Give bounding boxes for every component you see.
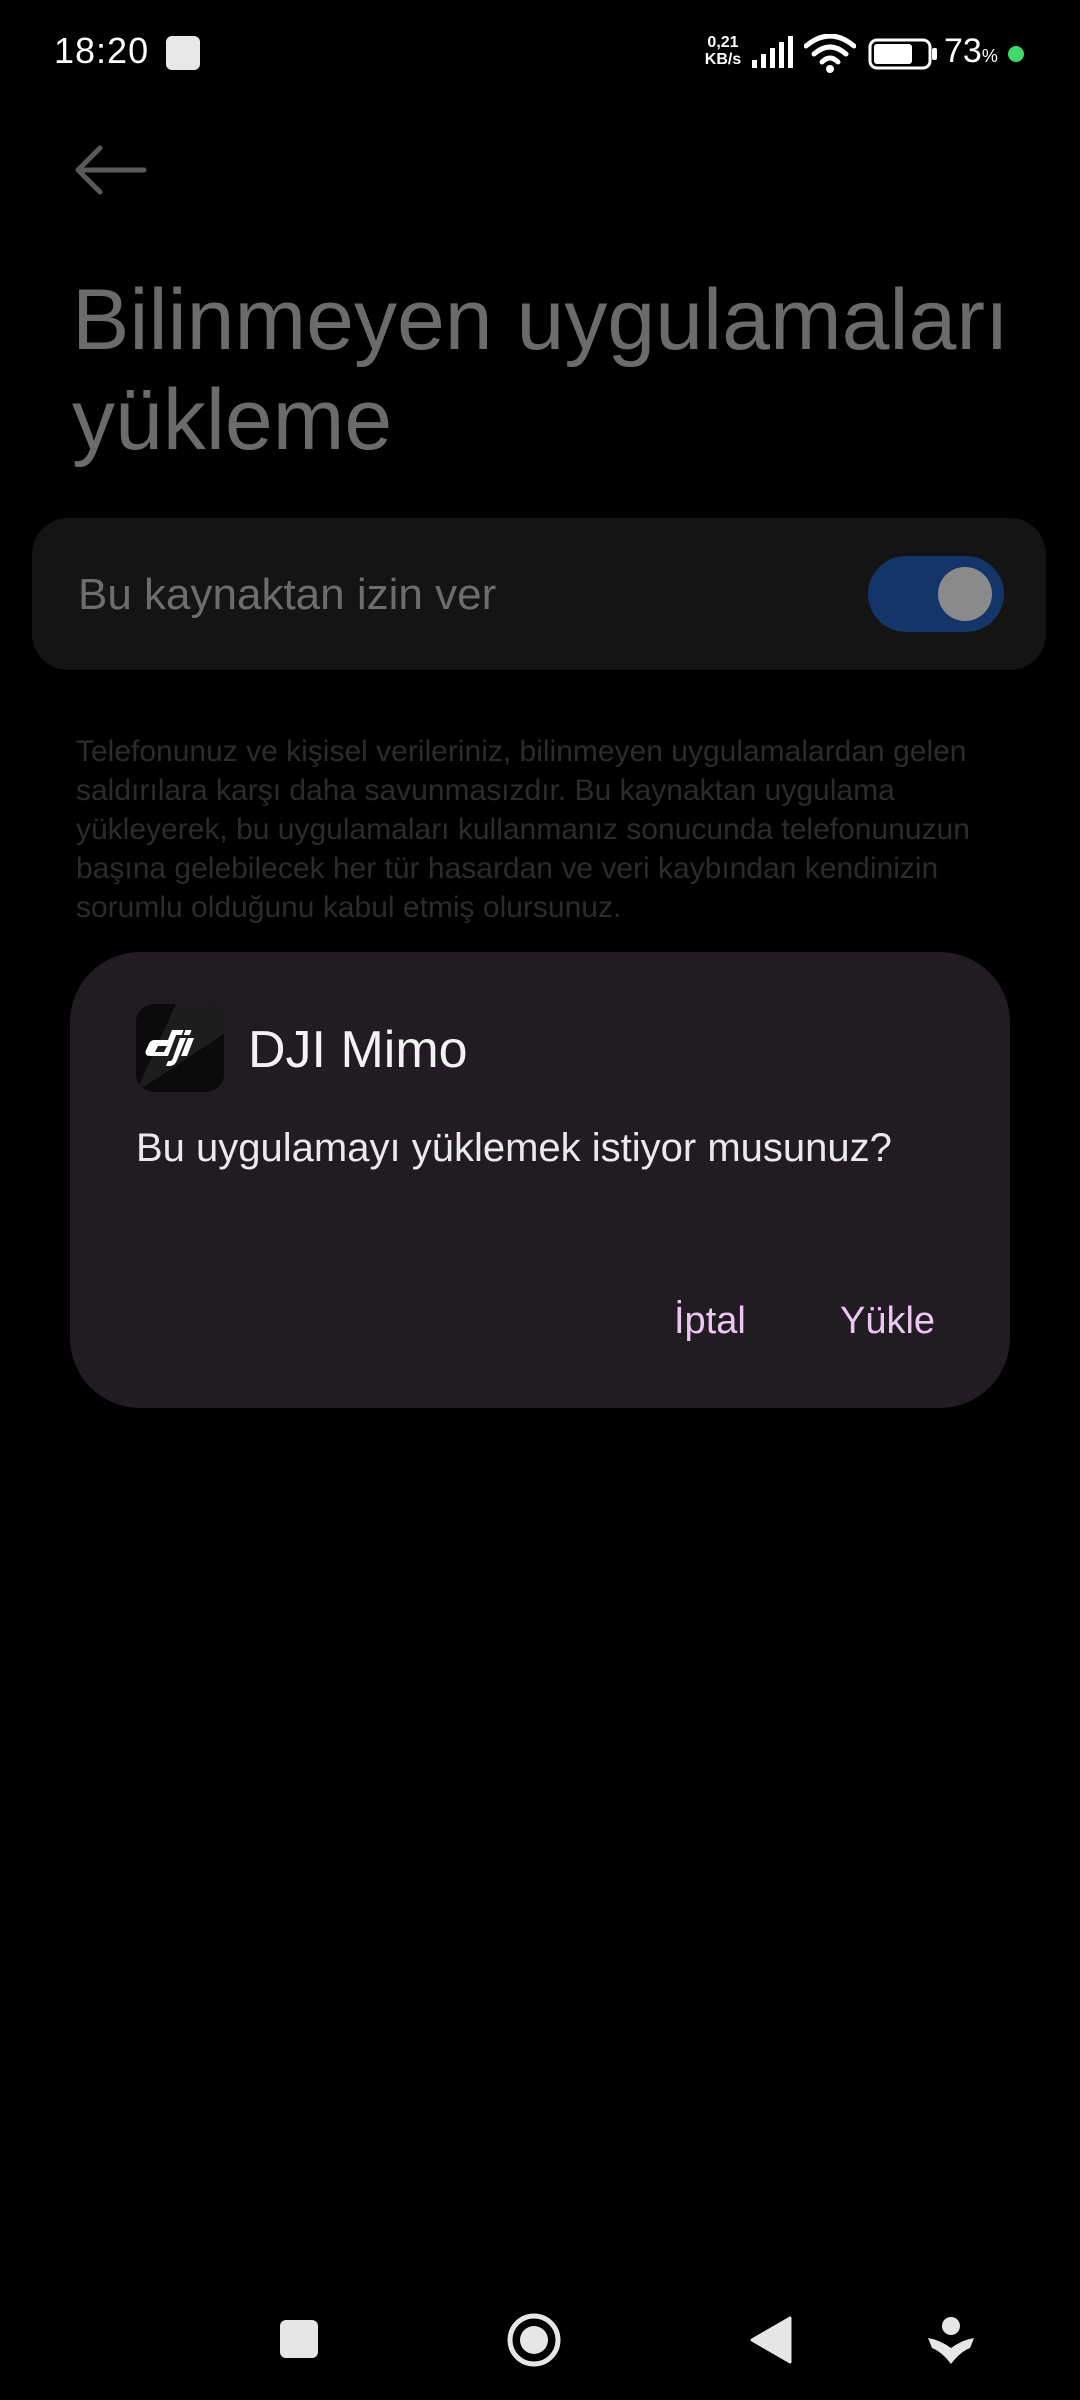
toggle-knob	[938, 567, 992, 621]
allow-source-label: Bu kaynaktan izin ver	[78, 570, 497, 619]
install-dialog: DJI Mimo Bu uygulamayı yüklemek istiyor …	[70, 952, 1010, 1408]
back-icon[interactable]	[748, 2312, 794, 2368]
page-title: Bilinmeyen uygulamaları yükleme	[72, 272, 1009, 468]
recents-icon[interactable]	[278, 2312, 322, 2368]
assistant-icon[interactable]	[926, 2312, 976, 2368]
install-button[interactable]: Yükle	[840, 1300, 935, 1343]
warning-text: Telefonunuz ve kişisel verileriniz, bili…	[76, 735, 970, 924]
navigation-bar	[0, 2280, 1080, 2400]
dji-mimo-app-icon	[136, 1004, 224, 1092]
allow-source-toggle[interactable]	[868, 556, 1004, 632]
app-name: DJI Mimo	[248, 1021, 468, 1079]
back-arrow-icon[interactable]	[70, 138, 150, 202]
home-icon[interactable]	[506, 2312, 562, 2368]
allow-source-setting[interactable]: Bu kaynaktan izin ver	[32, 518, 1046, 670]
cancel-button[interactable]: İptal	[674, 1300, 746, 1343]
dialog-message: Bu uygulamayı yüklemek istiyor musunuz?	[136, 1126, 892, 1170]
